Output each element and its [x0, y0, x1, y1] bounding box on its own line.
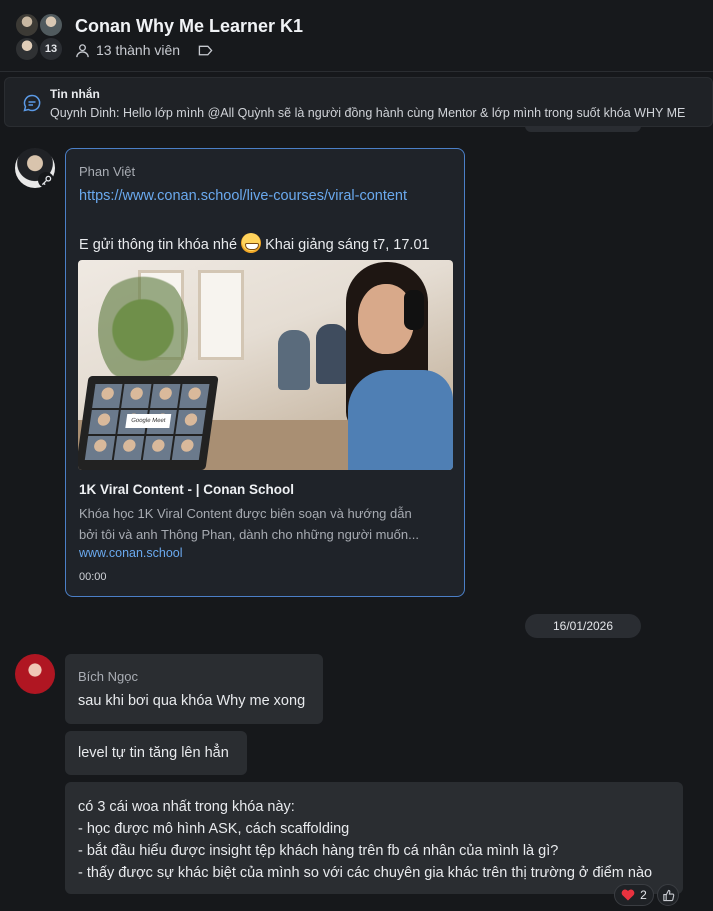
message-link[interactable]: https://www.conan.school/live-courses/vi…: [79, 188, 407, 204]
member-avatar: [15, 13, 39, 37]
preview-description-line: bởi tôi và anh Thông Phan, dành cho nhữn…: [79, 527, 419, 542]
preview-title[interactable]: 1K Viral Content - | Conan School: [79, 482, 294, 497]
pinned-text: Quynh Dinh: Hello lớp mình @All Quỳnh sẽ…: [50, 106, 686, 120]
preview-description: Khóa học 1K Viral Content được biên soạn…: [79, 503, 449, 545]
person-icon: [76, 43, 89, 57]
chat-header: 13 Conan Why Me Learner K1 13 thành viên: [0, 0, 713, 72]
preview-description-line: Khóa học 1K Viral Content được biên soạn…: [79, 506, 412, 521]
message-line: - học được mô hình ASK, cách scaffolding: [78, 821, 350, 837]
sender-name: Phan Việt: [79, 164, 136, 179]
members-label: 13 thành viên: [96, 42, 181, 58]
pinned-message[interactable]: Tin nhắn Quynh Dinh: Hello lớp mình @All…: [4, 77, 713, 127]
date-pill-partial: [525, 126, 641, 132]
avatar[interactable]: [15, 654, 55, 694]
laptop-decor: Google Meet: [78, 376, 219, 470]
key-icon: [38, 172, 54, 188]
message-text-part: Khai giảng sáng t7, 17.01: [265, 237, 430, 253]
window-decor: [198, 270, 244, 360]
message-bubble[interactable]: có 3 cái woa nhất trong khóa này: - học …: [65, 782, 683, 894]
member-count-badge: 13: [39, 37, 63, 61]
chat-bubble-icon: [23, 94, 41, 112]
message-time: 00:00: [79, 571, 107, 583]
message-text: level tự tin tăng lên hẳn: [78, 745, 229, 761]
like-button[interactable]: [657, 884, 679, 906]
reaction-badge[interactable]: 2: [614, 884, 654, 906]
message-line: có 3 cái woa nhất trong khóa này:: [78, 799, 295, 815]
pinned-title: Tin nhắn: [50, 87, 100, 101]
plant-decor: [98, 270, 188, 390]
member-avatar: [15, 37, 39, 61]
link-preview-image[interactable]: Google Meet: [78, 260, 453, 470]
meet-badge: Google Meet: [125, 414, 172, 428]
group-title[interactable]: Conan Why Me Learner K1: [75, 16, 303, 37]
members-button[interactable]: 13 thành viên: [75, 42, 213, 58]
message-text: sau khi bơi qua khóa Why me xong: [78, 693, 306, 709]
message-card[interactable]: Phan Việt https://www.conan.school/live-…: [65, 148, 465, 597]
member-avatar: [39, 13, 63, 37]
message-text: E gửi thông tin khóa nhé Khai giảng sáng…: [79, 233, 430, 253]
group-avatar[interactable]: 13: [14, 12, 64, 62]
message-text: có 3 cái woa nhất trong khóa này: - học …: [78, 796, 652, 884]
sender-name: Bích Ngọc: [78, 669, 138, 684]
message-text-part: E gửi thông tin khóa nhé: [79, 237, 238, 253]
woman-decor: [328, 260, 453, 470]
tag-icon[interactable]: [198, 43, 213, 58]
heart-icon: [621, 889, 635, 901]
message-bubble[interactable]: level tự tin tăng lên hẳn: [65, 731, 247, 775]
message-line: - thấy được sự khác biệt của mình so với…: [78, 865, 653, 881]
message-bubble[interactable]: Bích Ngọc sau khi bơi qua khóa Why me xo…: [65, 654, 323, 724]
person-decor: [278, 330, 310, 390]
date-separator: 16/01/2026: [525, 614, 641, 638]
message-line: - bắt đầu hiểu được insight tệp khách hà…: [78, 843, 559, 859]
reaction-count: 2: [640, 888, 647, 902]
grin-emoji-icon: [241, 233, 262, 253]
thumbs-up-icon: [662, 889, 674, 901]
preview-domain[interactable]: www.conan.school: [79, 546, 183, 560]
